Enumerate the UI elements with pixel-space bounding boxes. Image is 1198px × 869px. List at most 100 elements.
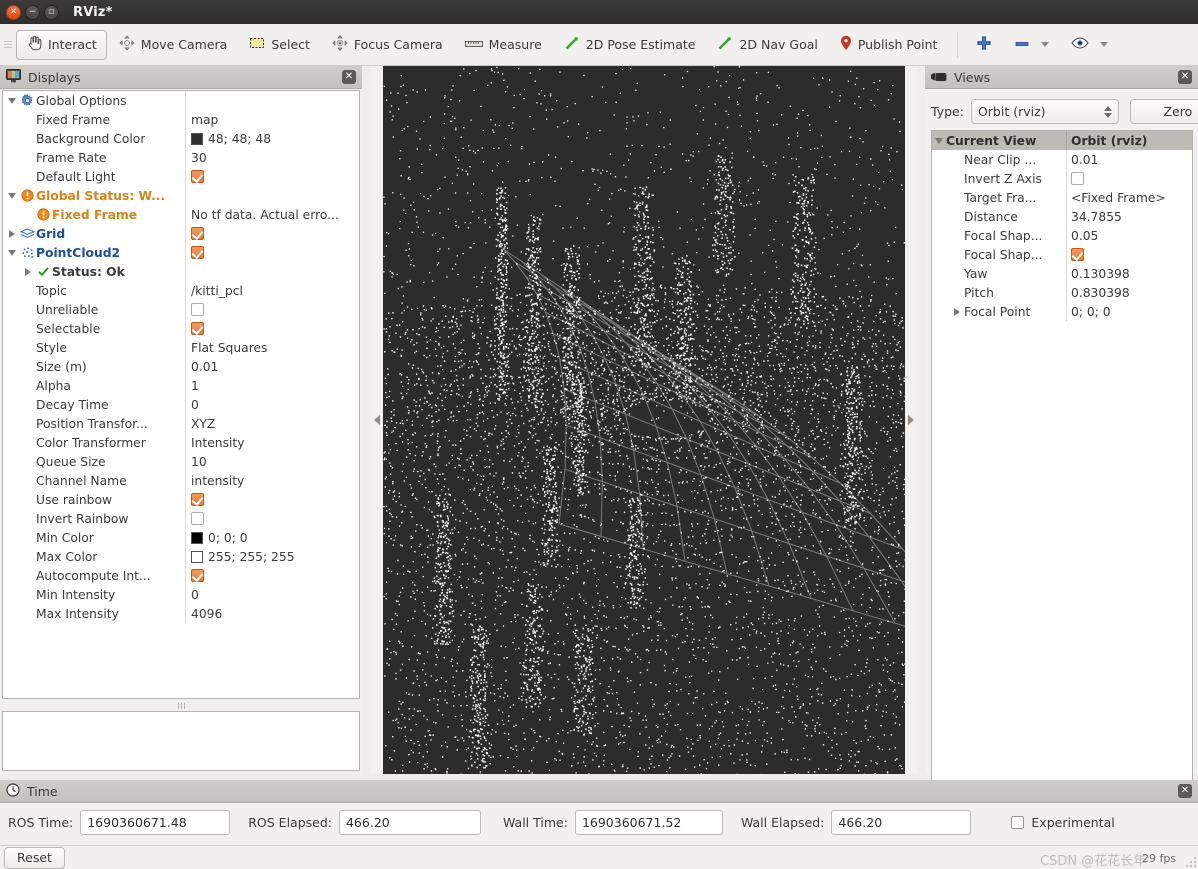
add-tool-button[interactable] [966,30,1002,60]
tree-row-value-cell[interactable]: 0; 0; 0 [1066,302,1192,321]
expander-closed-icon[interactable] [950,307,964,316]
displays-tree-row[interactable]: Default Light [3,167,359,186]
tree-row-value-cell[interactable] [185,167,359,186]
tree-row-value-cell[interactable]: No tf data. Actual erro... [185,205,359,224]
tree-row-value-cell[interactable] [185,566,359,585]
views-tree-row[interactable]: Focal Shap... 0.05 [932,226,1192,245]
views-tree-row[interactable]: Focal Shap... [932,245,1192,264]
views-tree-row[interactable]: Yaw 0.130398 [932,264,1192,283]
expander-open-icon[interactable] [5,249,19,256]
tree-row-value-cell[interactable] [1066,169,1192,188]
tree-row-value-cell[interactable]: 0.05 [1066,226,1192,245]
tree-row-value-cell[interactable]: Intensity [185,433,359,452]
tree-row-name-cell[interactable]: Invert Rainbow [3,509,185,528]
tree-row-name-cell[interactable]: Invert Z Axis [932,169,1066,188]
tree-row-name-cell[interactable]: Size (m) [3,357,185,376]
tree-row-name-cell[interactable]: Yaw [932,264,1066,283]
tree-row-value-cell[interactable]: 0.830398 [1066,283,1192,302]
tree-row-name-cell[interactable]: Pitch [932,283,1066,302]
displays-tree-row[interactable]: Global Status: W... [3,186,359,205]
tool-move-camera[interactable]: Move Camera [109,30,238,60]
tree-row-value-cell[interactable] [185,243,359,262]
tool-2d-pose-estimate[interactable]: 2D Pose Estimate [554,30,706,60]
checkbox-checked[interactable] [191,493,204,506]
tree-row-name-cell[interactable]: Global Options [3,91,185,110]
resize-grip[interactable] [1184,855,1196,867]
remove-tool-button[interactable] [1004,30,1059,60]
tree-row-name-cell[interactable]: Queue Size [3,452,185,471]
color-swatch[interactable] [191,132,203,145]
views-tree-row[interactable]: Distance 34.7855 [932,207,1192,226]
window-close-button[interactable]: ✕ [6,4,21,20]
displays-tree-row[interactable]: Position Transfor... XYZ [3,414,359,433]
tree-row-name-cell[interactable]: Near Clip ... [932,150,1066,169]
tree-row-name-cell[interactable]: Color Transformer [3,433,185,452]
tree-row-value-cell[interactable]: 255; 255; 255 [185,547,359,566]
displays-tree-row[interactable]: Selectable [3,319,359,338]
displays-splitter[interactable] [2,702,360,710]
tree-row-value-cell[interactable]: 10 [185,452,359,471]
window-maximize-button[interactable]: ▫ [44,4,59,20]
checkbox-checked[interactable] [1071,248,1084,261]
tree-row-name-cell[interactable]: Fixed Frame [3,110,185,129]
tree-row-value-cell[interactable] [185,490,359,509]
tree-row-value-cell[interactable] [185,91,359,110]
checkbox-unchecked[interactable] [191,303,204,316]
tree-row-name-cell[interactable]: Default Light [3,167,185,186]
tree-row-value-cell[interactable]: 34.7855 [1066,207,1192,226]
tree-row-name-cell[interactable]: Use rainbow [3,490,185,509]
checkbox-checked[interactable] [191,569,204,582]
spinner-icon[interactable] [1103,105,1112,118]
tree-row-name-cell[interactable]: Unreliable [3,300,185,319]
tree-row-value-cell[interactable]: 30 [185,148,359,167]
displays-tree-row[interactable]: Max Intensity 4096 [3,604,359,623]
view-type-select[interactable]: Orbit (rviz) [970,99,1119,124]
tree-row-name-cell[interactable]: Status: Ok [3,262,185,281]
tool-select[interactable]: Select [239,30,320,60]
zero-button[interactable]: Zero [1129,99,1198,124]
right-panel-collapse-handle[interactable] [905,66,917,774]
tree-row-name-cell[interactable]: Max Intensity [3,604,185,623]
displays-tree-row[interactable]: Fixed Frame No tf data. Actual erro... [3,205,359,224]
ros-elapsed-input[interactable]: 466.20 [338,810,481,835]
visibility-button[interactable] [1061,30,1118,60]
views-tree-header-row[interactable]: Current View Orbit (rviz) [932,131,1192,150]
displays-tree-row[interactable]: Use rainbow [3,490,359,509]
checkbox-unchecked[interactable] [191,512,204,525]
tree-row-name-cell[interactable]: Style [3,338,185,357]
views-header-name-cell[interactable]: Current View [932,131,1066,150]
tree-row-value-cell[interactable]: <Fixed Frame> [1066,188,1192,207]
displays-tree-row[interactable]: Unreliable [3,300,359,319]
tree-row-value-cell[interactable]: 0; 0; 0 [185,528,359,547]
tree-row-value-cell[interactable]: Flat Squares [185,338,359,357]
displays-tree-row[interactable]: Queue Size 10 [3,452,359,471]
wall-elapsed-input[interactable]: 466.20 [831,810,972,835]
tree-row-value-cell[interactable]: 1 [185,376,359,395]
views-tree-row[interactable]: Focal Point 0; 0; 0 [932,302,1192,321]
displays-tree-row[interactable]: Background Color 48; 48; 48 [3,129,359,148]
tree-row-value-cell[interactable]: XYZ [185,414,359,433]
tree-row-name-cell[interactable]: Decay Time [3,395,185,414]
views-tree-row[interactable]: Pitch 0.830398 [932,283,1192,302]
close-icon[interactable]: ✕ [342,70,356,84]
color-swatch[interactable] [191,550,203,563]
views-tree-row[interactable]: Target Fra... <Fixed Frame> [932,188,1192,207]
expander-open-icon[interactable] [932,137,946,144]
tree-row-value-cell[interactable]: map [185,110,359,129]
displays-tree-row[interactable]: Size (m) 0.01 [3,357,359,376]
tree-row-value-cell[interactable] [185,509,359,528]
tree-row-value-cell[interactable]: 0.01 [1066,150,1192,169]
tree-row-name-cell[interactable]: Alpha [3,376,185,395]
displays-tree-row[interactable]: Channel Name intensity [3,471,359,490]
displays-tree-row[interactable]: Decay Time 0 [3,395,359,414]
chevron-down-icon[interactable] [1100,42,1109,47]
ros-time-input[interactable]: 1690360671.48 [80,810,231,835]
displays-tree-row[interactable]: Status: Ok [3,262,359,281]
tree-row-value-cell[interactable] [185,300,359,319]
tree-row-name-cell[interactable]: PointCloud2 [3,243,185,262]
experimental-checkbox-row[interactable]: Experimental [1011,815,1115,830]
close-icon[interactable]: ✕ [1178,784,1192,798]
displays-tree-row[interactable]: Topic/kitti_pcl [3,281,359,300]
views-tree[interactable]: Current View Orbit (rviz) Near Clip ... 0.0… [931,130,1193,788]
3d-viewport[interactable] [383,66,905,774]
